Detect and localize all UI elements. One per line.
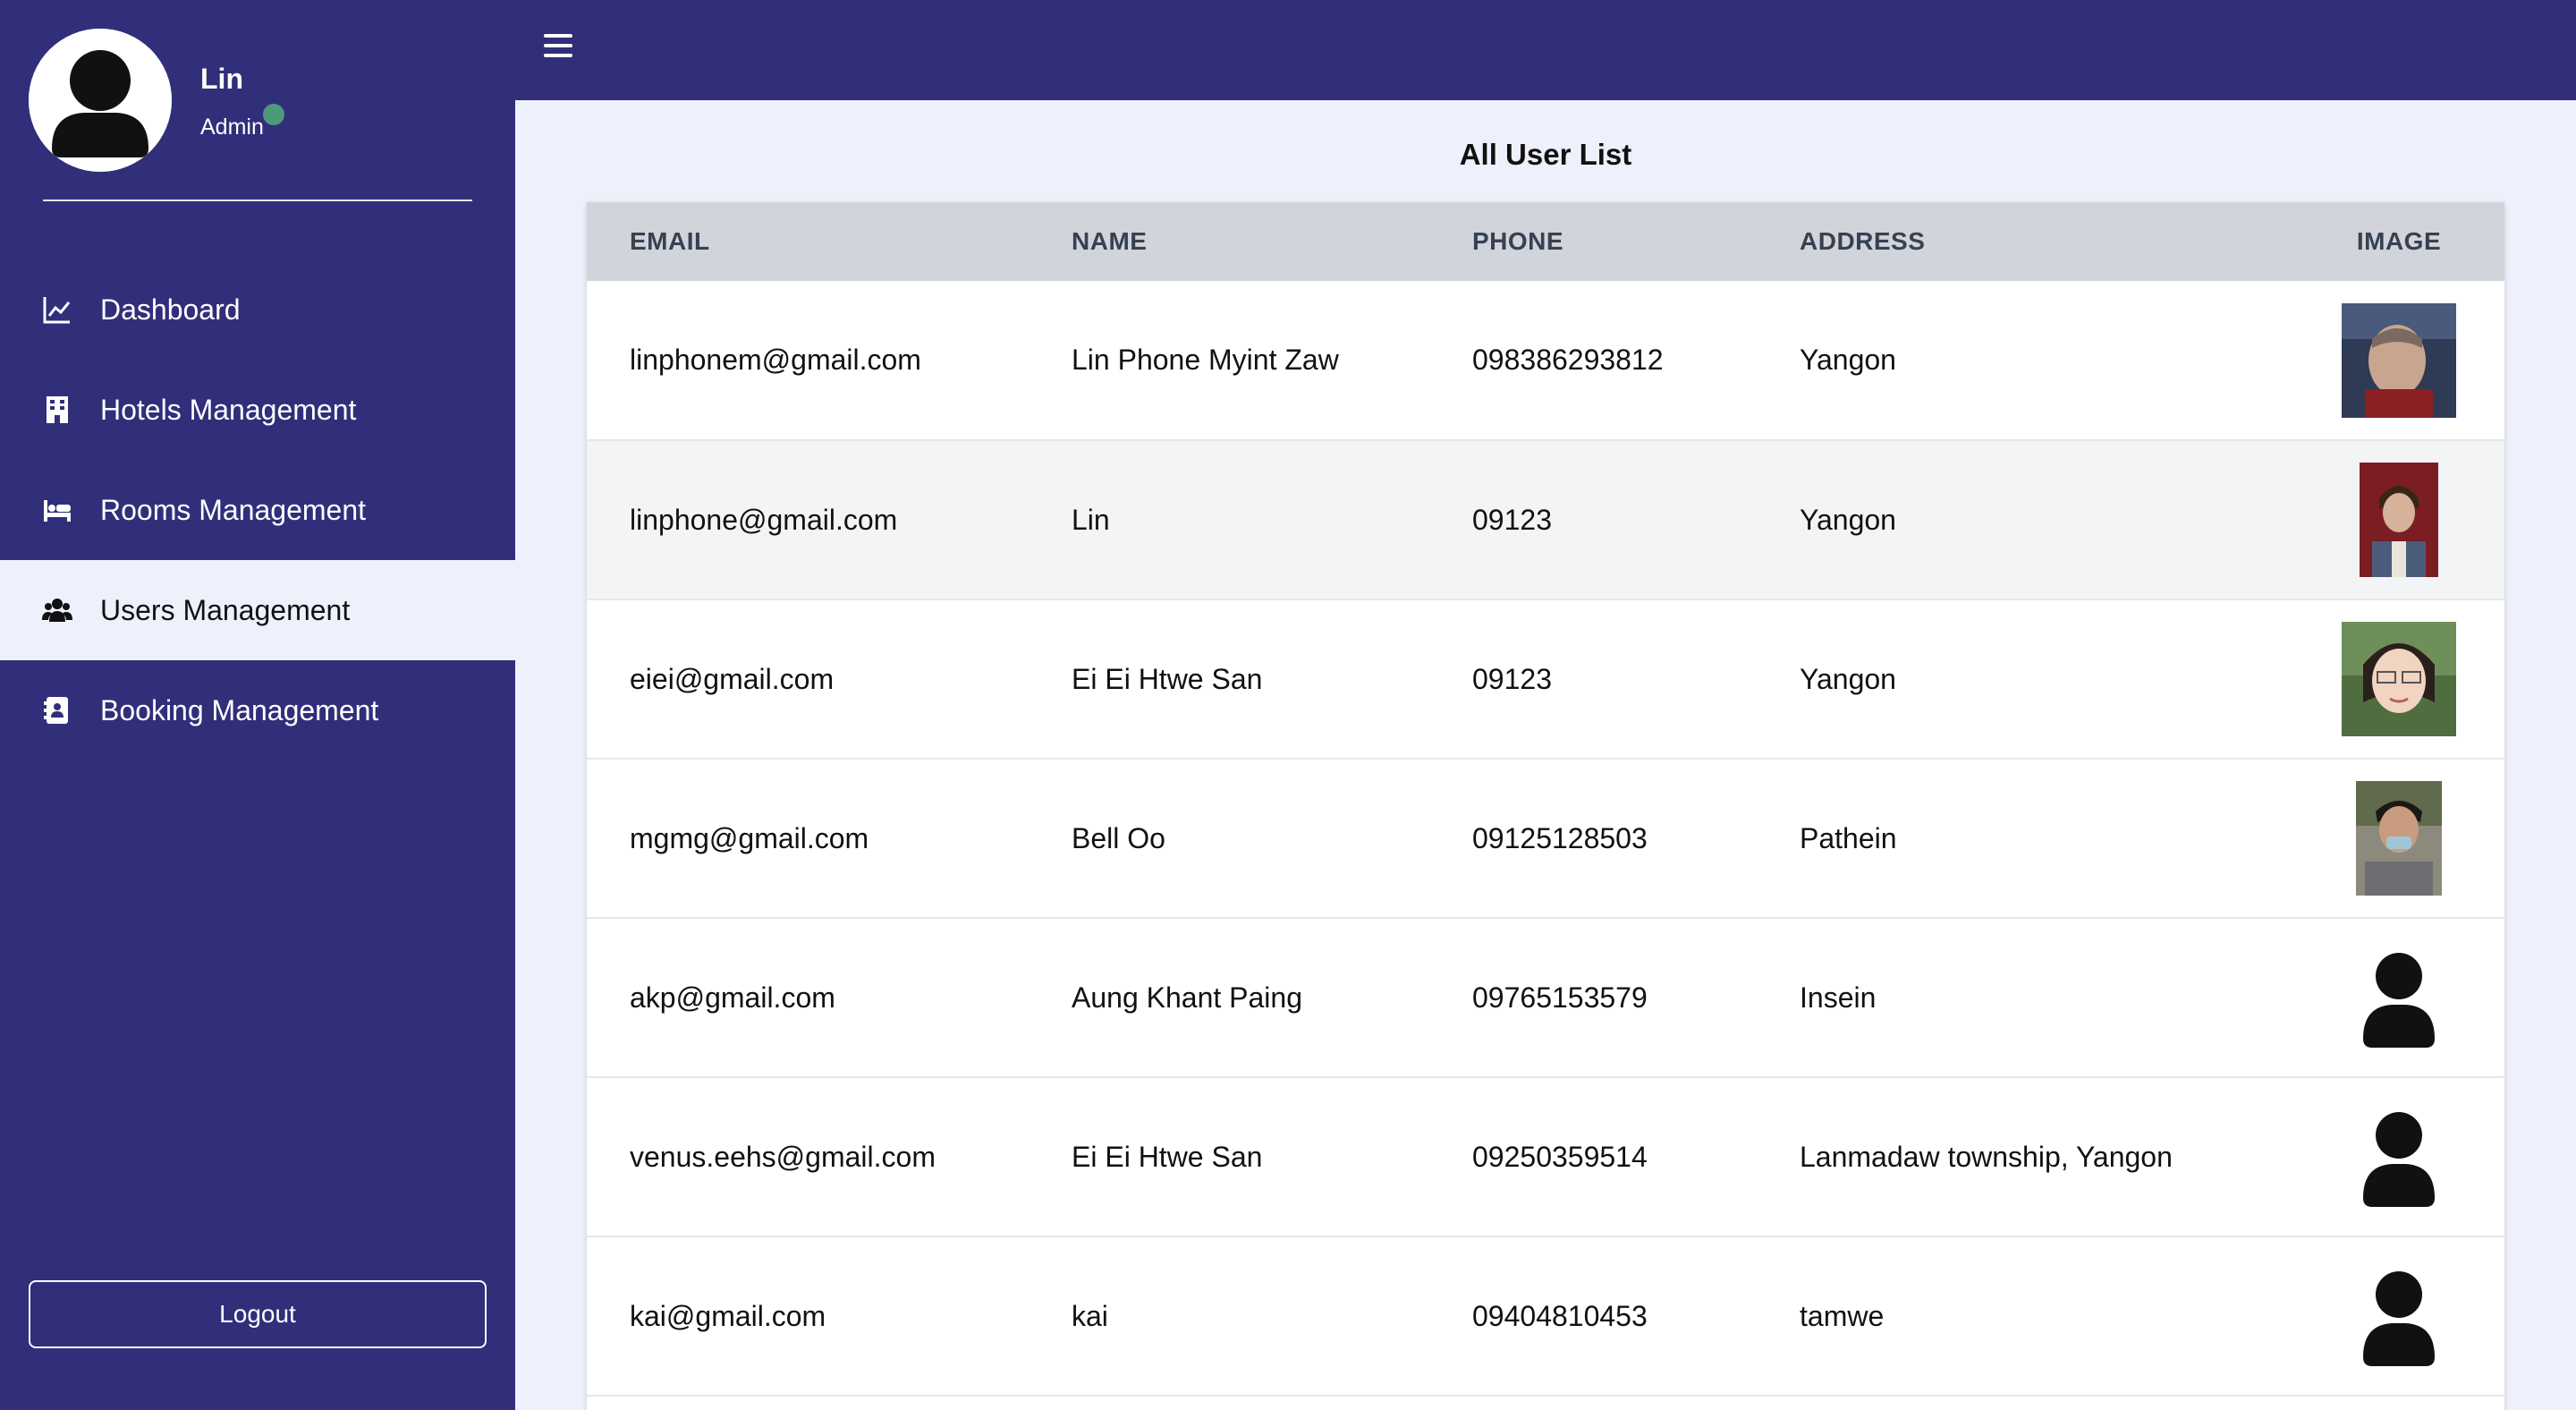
user-photo bbox=[2342, 622, 2456, 736]
profile-divider bbox=[43, 200, 472, 201]
default-avatar-icon bbox=[2342, 1259, 2456, 1373]
sidebar-item-dashboard[interactable]: Dashboard bbox=[0, 259, 515, 360]
column-header-phone: PHONE bbox=[1472, 227, 1564, 255]
logout-button[interactable]: Logout bbox=[29, 1280, 487, 1348]
cell-address: Pathein bbox=[1800, 821, 1897, 854]
chart-line-icon bbox=[41, 293, 73, 326]
cell-phone: 09765153579 bbox=[1472, 981, 1648, 1014]
building-icon bbox=[41, 394, 73, 426]
cell-email: akp@gmail.com bbox=[630, 981, 835, 1014]
cell-name: Lin Phone Myint Zaw bbox=[1072, 344, 1339, 376]
cell-name: Bell Oo bbox=[1072, 821, 1165, 854]
users-table: EMAIL NAME PHONE ADDRESS IMAGE linphonem… bbox=[587, 202, 2504, 1397]
address-book-icon bbox=[41, 694, 73, 726]
table-row: eiei@gmail.com Ei Ei Htwe San 09123 Yang… bbox=[587, 599, 2504, 759]
cell-image bbox=[2293, 1236, 2504, 1396]
sidebar-item-label: Hotels Management bbox=[100, 393, 357, 426]
cell-image bbox=[2293, 1077, 2504, 1236]
cell-address: tamwe bbox=[1800, 1299, 1885, 1332]
table-row: mgmg@gmail.com Bell Oo 09125128503 Pathe… bbox=[587, 759, 2504, 918]
cell-phone: 09404810453 bbox=[1472, 1299, 1648, 1332]
profile-name: Lin bbox=[200, 63, 243, 95]
cell-address: Yangon bbox=[1800, 344, 1896, 376]
table-row: akp@gmail.com Aung Khant Paing 097651535… bbox=[587, 918, 2504, 1077]
cell-email: linphonem@gmail.com bbox=[630, 344, 921, 376]
column-header-name: NAME bbox=[1072, 227, 1148, 255]
sidebar-item-label: Dashboard bbox=[100, 293, 241, 326]
user-photo bbox=[2356, 781, 2442, 896]
avatar bbox=[29, 29, 172, 172]
cell-email: linphone@gmail.com bbox=[630, 503, 898, 536]
cell-email: mgmg@gmail.com bbox=[630, 821, 869, 854]
cell-image bbox=[2293, 599, 2504, 759]
person-icon bbox=[29, 29, 172, 172]
table-row: linphone@gmail.com Lin 09123 Yangon bbox=[587, 440, 2504, 599]
cell-phone: 09125128503 bbox=[1472, 821, 1648, 854]
sidebar-item-label: Booking Management bbox=[100, 693, 379, 726]
cell-address: Yangon bbox=[1800, 662, 1896, 695]
cell-image bbox=[2293, 759, 2504, 918]
sidebar-item-hotels[interactable]: Hotels Management bbox=[0, 360, 515, 460]
cell-phone: 09123 bbox=[1472, 503, 1552, 536]
user-photo bbox=[2342, 302, 2456, 418]
table-row: kai@gmail.com kai 09404810453 tamwe bbox=[587, 1236, 2504, 1396]
table-row: venus.eehs@gmail.com Ei Ei Htwe San 0925… bbox=[587, 1077, 2504, 1236]
sidebar-item-users[interactable]: Users Management bbox=[0, 560, 515, 660]
cell-address: Insein bbox=[1800, 981, 1877, 1014]
online-status-indicator bbox=[263, 104, 284, 125]
sidebar-item-rooms[interactable]: Rooms Management bbox=[0, 460, 515, 560]
bed-icon bbox=[41, 494, 73, 526]
cell-email: eiei@gmail.com bbox=[630, 662, 835, 695]
cell-email: venus.eehs@gmail.com bbox=[630, 1140, 936, 1173]
cell-address: Lanmadaw township, Yangon bbox=[1800, 1140, 2173, 1173]
users-icon bbox=[41, 594, 73, 626]
column-header-image: IMAGE bbox=[2356, 227, 2442, 255]
default-avatar-icon bbox=[2342, 940, 2456, 1055]
cell-phone: 09250359514 bbox=[1472, 1140, 1648, 1173]
default-avatar-icon bbox=[2342, 1100, 2456, 1214]
hamburger-icon[interactable] bbox=[544, 34, 572, 61]
user-photo bbox=[2360, 463, 2438, 577]
cell-phone: 09123 bbox=[1472, 662, 1552, 695]
user-profile: Lin Admin bbox=[29, 29, 494, 172]
sidebar-nav: Dashboard Hotels Management Rooms Manage… bbox=[0, 259, 515, 760]
cell-name: Lin bbox=[1072, 503, 1110, 536]
top-bar bbox=[515, 0, 2576, 100]
users-table-container: EMAIL NAME PHONE ADDRESS IMAGE linphonem… bbox=[587, 202, 2504, 1410]
cell-email: kai@gmail.com bbox=[630, 1299, 826, 1332]
cell-name: Ei Ei Htwe San bbox=[1072, 1140, 1263, 1173]
cell-image bbox=[2293, 918, 2504, 1077]
cell-phone: 098386293812 bbox=[1472, 344, 1664, 376]
table-header-row: EMAIL NAME PHONE ADDRESS IMAGE bbox=[587, 202, 2504, 281]
sidebar-item-booking[interactable]: Booking Management bbox=[0, 660, 515, 760]
main-content: All User List EMAIL NAME PHONE ADDRESS I… bbox=[515, 100, 2576, 1410]
column-header-address: ADDRESS bbox=[1800, 227, 1926, 255]
profile-role: Admin bbox=[200, 115, 264, 140]
cell-image bbox=[2293, 440, 2504, 599]
column-header-email: EMAIL bbox=[630, 227, 710, 255]
cell-address: Yangon bbox=[1800, 503, 1896, 536]
cell-name: kai bbox=[1072, 1299, 1108, 1332]
cell-name: Ei Ei Htwe San bbox=[1072, 662, 1263, 695]
cell-image bbox=[2293, 281, 2504, 440]
sidebar: Lin Admin Dashboard Hotels Management Ro… bbox=[0, 0, 515, 1410]
page-title: All User List bbox=[1459, 138, 1632, 171]
sidebar-item-label: Rooms Management bbox=[100, 493, 367, 526]
sidebar-item-label: Users Management bbox=[100, 593, 351, 626]
table-row: linphonem@gmail.com Lin Phone Myint Zaw … bbox=[587, 281, 2504, 440]
cell-name: Aung Khant Paing bbox=[1072, 981, 1302, 1014]
